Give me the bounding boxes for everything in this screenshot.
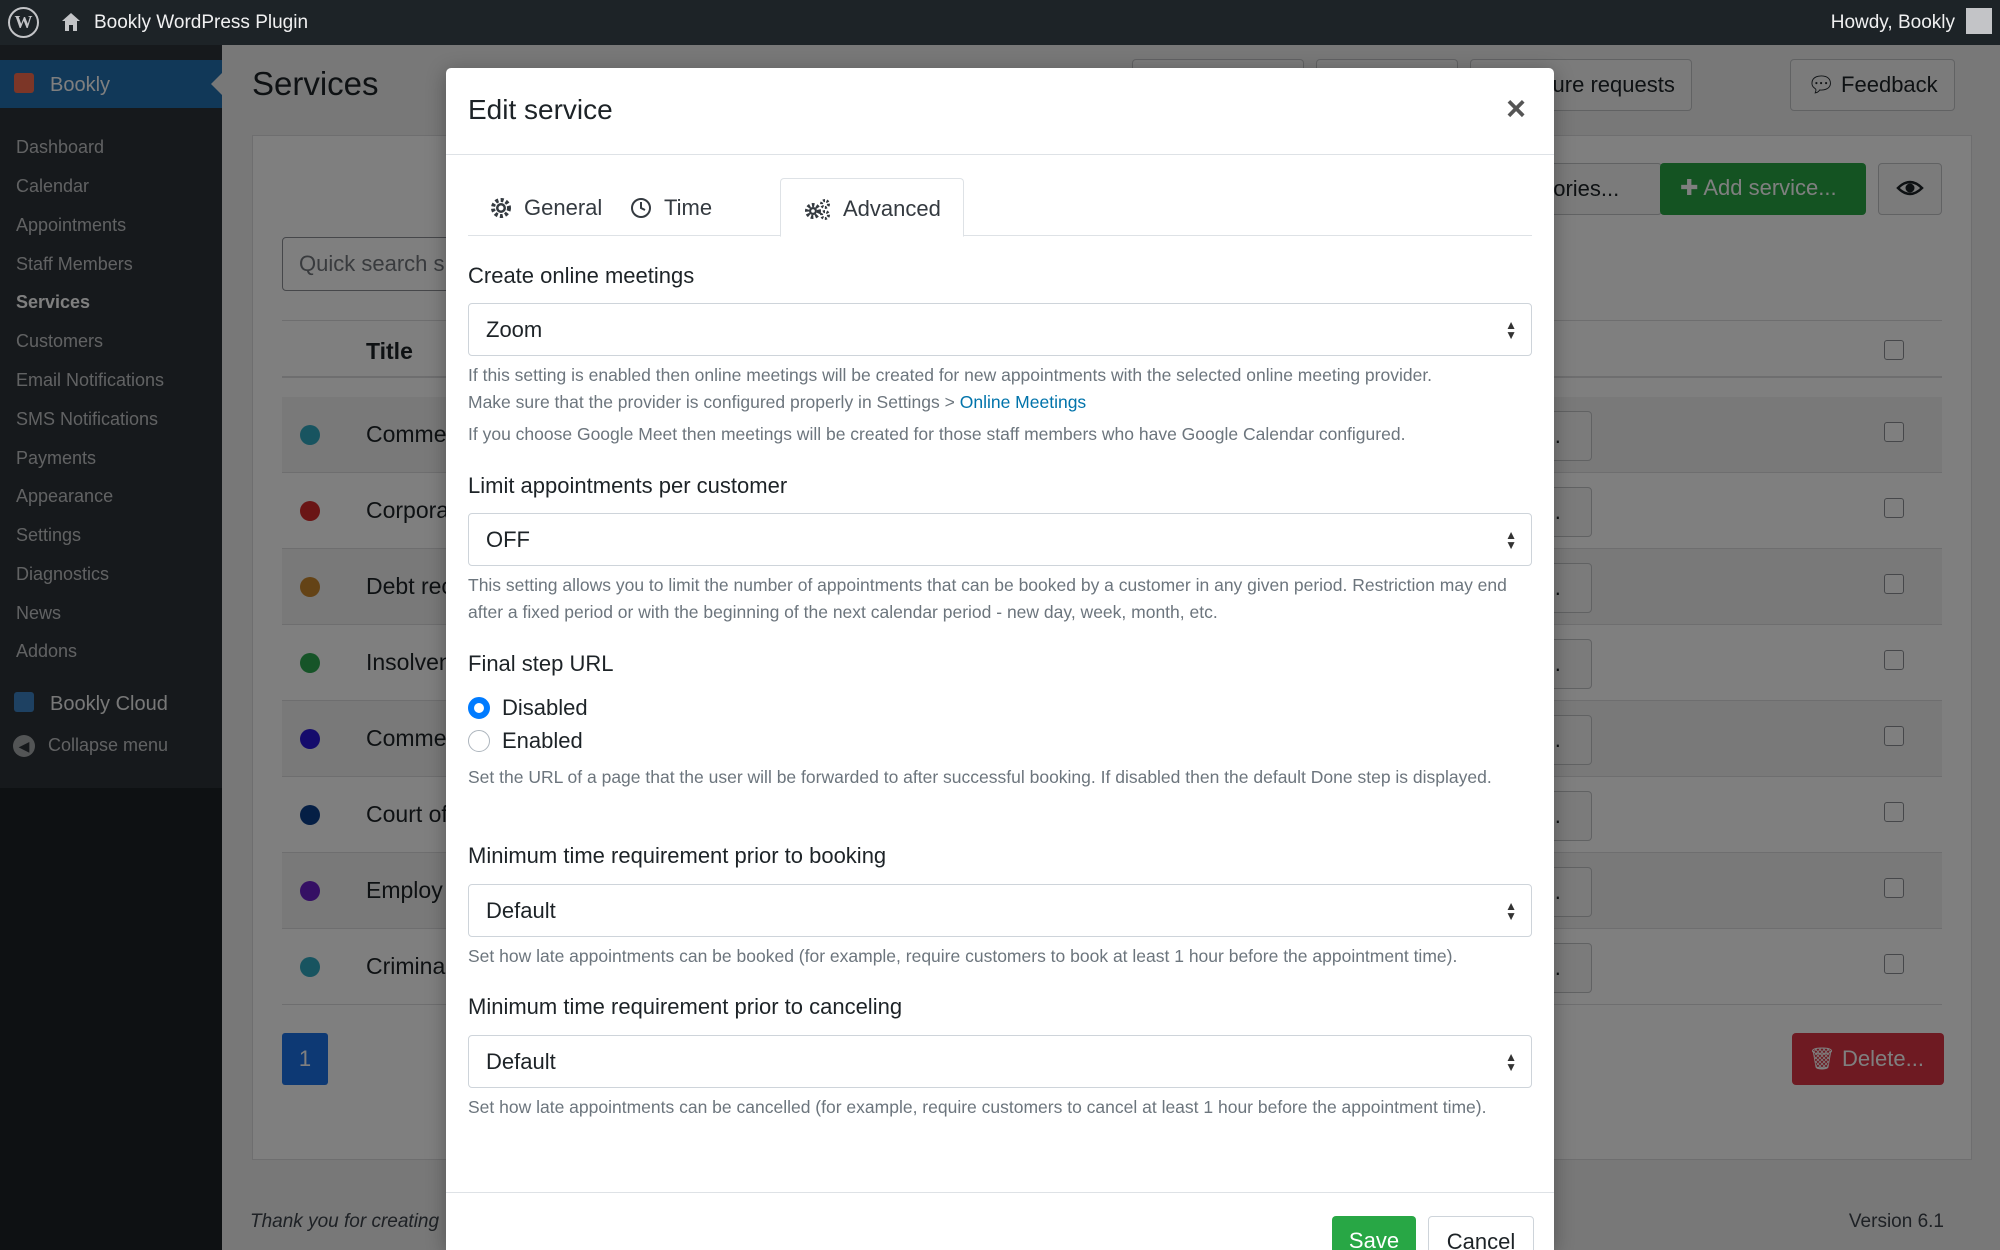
min-booking-label: Minimum time requirement prior to bookin…	[468, 843, 887, 868]
min-canceling-label: Minimum time requirement prior to cancel…	[468, 994, 903, 1019]
cancel-button[interactable]: Cancel	[1428, 1216, 1534, 1250]
min-booking-help: Set how late appointments can be booked …	[468, 946, 1458, 966]
help-line: Make sure that the provider is configure…	[468, 389, 1532, 416]
wordpress-logo-icon[interactable]: W	[8, 7, 39, 38]
select-caret-icon: ▲ ▼	[1505, 318, 1517, 342]
select-value: OFF	[486, 527, 530, 552]
min-canceling-help: Set how late appointments can be cancell…	[468, 1097, 1487, 1117]
tab-label: Advanced	[843, 196, 941, 221]
final-step-url-label: Final step URL	[468, 651, 614, 676]
modal-header: Edit service ×	[446, 68, 1554, 155]
edit-service-modal: Edit service × General Time Advanced Cre…	[446, 68, 1554, 1250]
limit-appointments-label: Limit appointments per customer	[468, 473, 788, 498]
select-caret-icon: ▲ ▼	[1505, 528, 1517, 552]
min-canceling-select[interactable]: Default ▲ ▼	[468, 1035, 1532, 1088]
clock-icon	[631, 198, 651, 218]
online-meetings-select[interactable]: Zoom ▲ ▼	[468, 303, 1532, 356]
tab-time[interactable]: Time	[608, 178, 734, 236]
save-button[interactable]: Save	[1332, 1216, 1416, 1250]
limit-appointments-help: This setting allows you to limit the num…	[468, 575, 1507, 622]
online-meetings-label: Create online meetings	[468, 263, 695, 288]
tab-label: Time	[664, 195, 713, 220]
tab-label: General	[524, 195, 603, 220]
help-text: Make sure that the provider is configure…	[468, 392, 960, 412]
gears-icon	[805, 199, 830, 220]
select-caret-icon: ▲ ▼	[1505, 899, 1517, 923]
final-step-disabled-radio[interactable]: Disabled	[468, 695, 588, 721]
help-line: If this setting is enabled then online m…	[468, 365, 1433, 385]
online-meetings-help: If this setting is enabled then online m…	[468, 362, 1532, 448]
howdy-user[interactable]: Howdy, Bookly	[1831, 12, 1955, 34]
select-value: Zoom	[486, 317, 543, 342]
radio-checked[interactable]	[468, 697, 490, 719]
radio-unchecked[interactable]	[468, 730, 490, 752]
radio-label: Disabled	[502, 695, 588, 720]
help-line: If you choose Google Meet then meetings …	[468, 424, 1406, 444]
limit-appointments-select[interactable]: OFF ▲ ▼	[468, 513, 1532, 566]
modal-tabs: General Time Advanced	[468, 178, 1532, 237]
close-icon[interactable]: ×	[1506, 90, 1526, 129]
tab-advanced[interactable]: Advanced	[780, 178, 964, 237]
online-meetings-link[interactable]: Online Meetings	[960, 392, 1086, 412]
final-step-url-help: Set the URL of a page that the user will…	[468, 767, 1492, 787]
gear-icon	[491, 198, 511, 218]
avatar[interactable]	[1966, 8, 1992, 34]
radio-label: Enabled	[502, 728, 583, 753]
select-caret-icon: ▲ ▼	[1505, 1050, 1517, 1074]
select-value: Default	[486, 1049, 556, 1074]
home-icon[interactable]	[60, 11, 82, 33]
modal-title: Edit service	[468, 94, 613, 125]
final-step-enabled-radio[interactable]: Enabled	[468, 728, 583, 754]
tab-general[interactable]: General	[468, 178, 624, 236]
min-booking-select[interactable]: Default ▲ ▼	[468, 884, 1532, 937]
select-value: Default	[486, 898, 556, 923]
admin-bar: W Bookly WordPress Plugin Howdy, Bookly	[0, 0, 2000, 45]
site-name-link[interactable]: Bookly WordPress Plugin	[94, 12, 308, 34]
